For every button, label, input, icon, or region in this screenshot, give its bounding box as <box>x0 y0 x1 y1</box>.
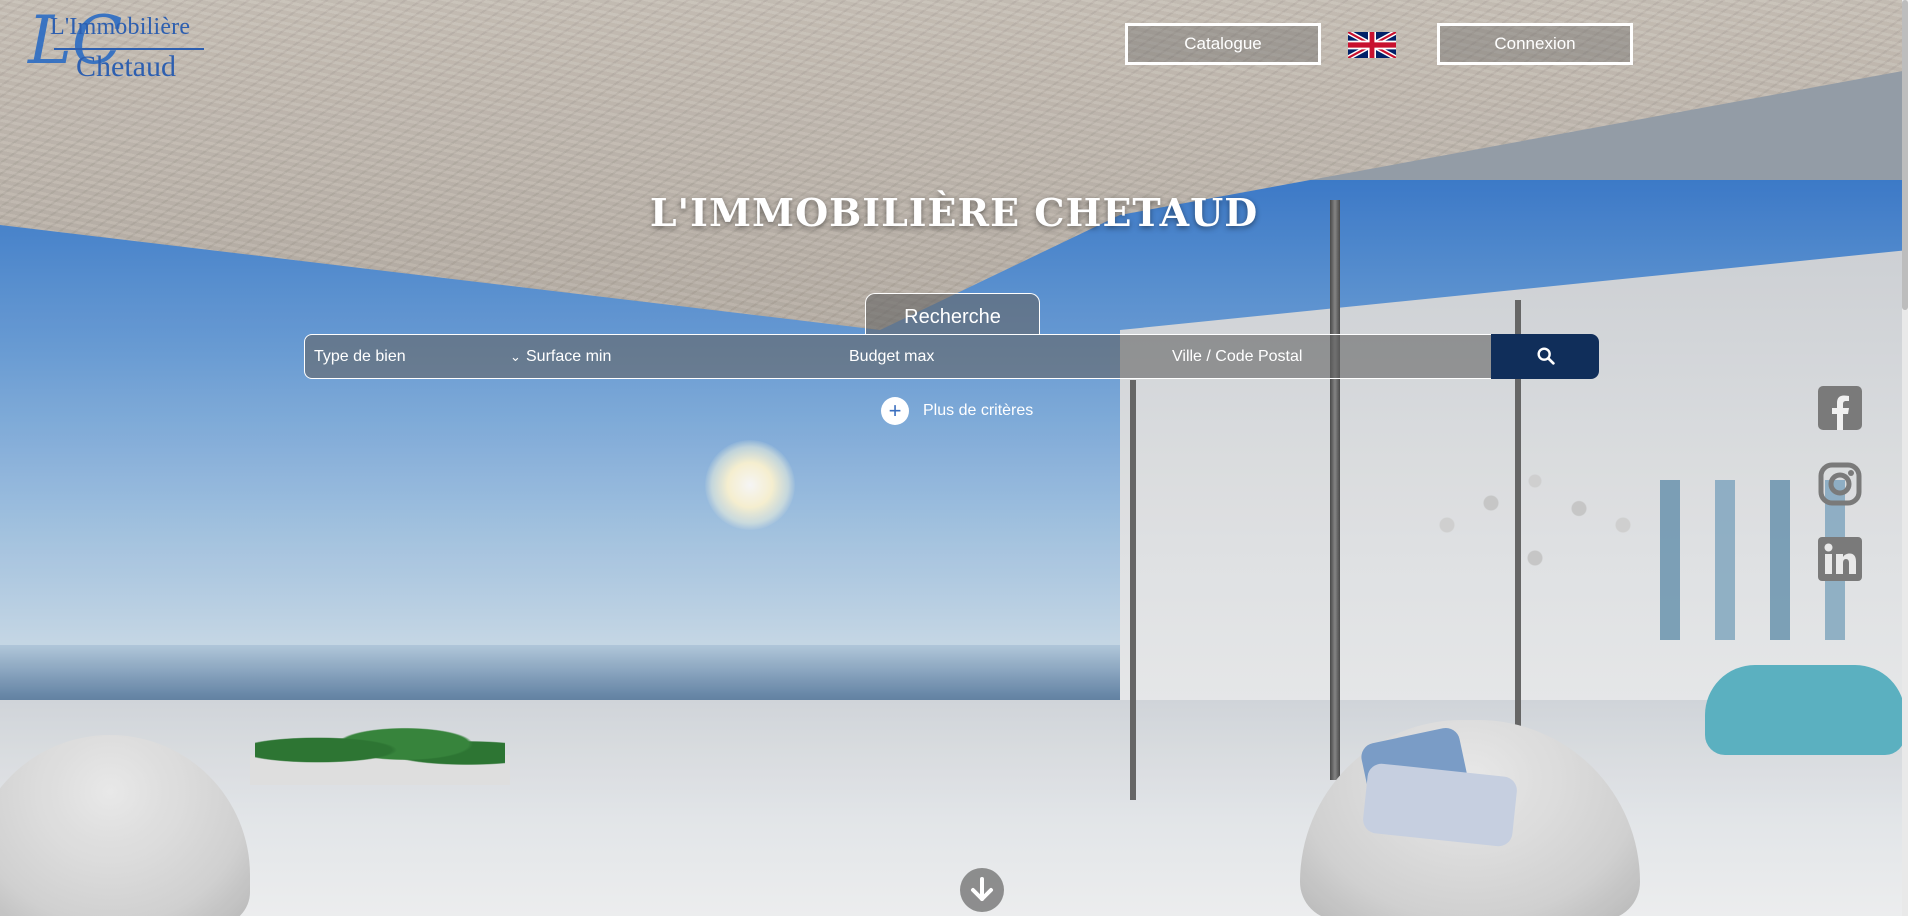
search-icon <box>1537 347 1555 365</box>
budget-max-input[interactable]: Budget max <box>849 335 1149 378</box>
property-type-label: Type de bien <box>314 348 406 365</box>
linkedin-icon[interactable] <box>1818 537 1862 581</box>
arrow-down-icon <box>971 877 993 901</box>
uk-flag-icon[interactable] <box>1348 32 1396 58</box>
surface-min-input[interactable]: Surface min <box>526 335 826 378</box>
hero-background <box>0 0 1908 916</box>
chevron-down-icon: ⌄ <box>510 349 521 364</box>
plus-icon: + <box>881 397 909 425</box>
site-logo[interactable]: LC L'Immobilière Chetaud <box>28 8 204 84</box>
logo-line1: L'Immobilière <box>50 14 191 40</box>
catalogue-button[interactable]: Catalogue <box>1125 23 1321 65</box>
tab-recherche[interactable]: Recherche <box>865 293 1040 335</box>
city-postal-input[interactable]: Ville / Code Postal <box>1172 335 1472 378</box>
overlay-shade <box>0 0 1908 916</box>
search-bar: Type de bien ⌄ Surface min Budget max Vi… <box>304 334 1599 379</box>
instagram-icon[interactable] <box>1818 462 1862 506</box>
scrollbar-thumb[interactable] <box>1902 0 1908 310</box>
search-button[interactable] <box>1491 334 1599 379</box>
more-criteria-label: Plus de critères <box>923 402 1034 419</box>
page-title: L'IMMOBILIÈRE CHETAUD <box>649 190 1259 235</box>
connexion-button[interactable]: Connexion <box>1437 23 1633 65</box>
scroll-down-button[interactable] <box>960 868 1004 912</box>
logo-line2: Chetaud <box>76 50 176 83</box>
facebook-icon[interactable] <box>1818 386 1862 430</box>
property-type-select[interactable]: Type de bien ⌄ <box>314 335 521 378</box>
